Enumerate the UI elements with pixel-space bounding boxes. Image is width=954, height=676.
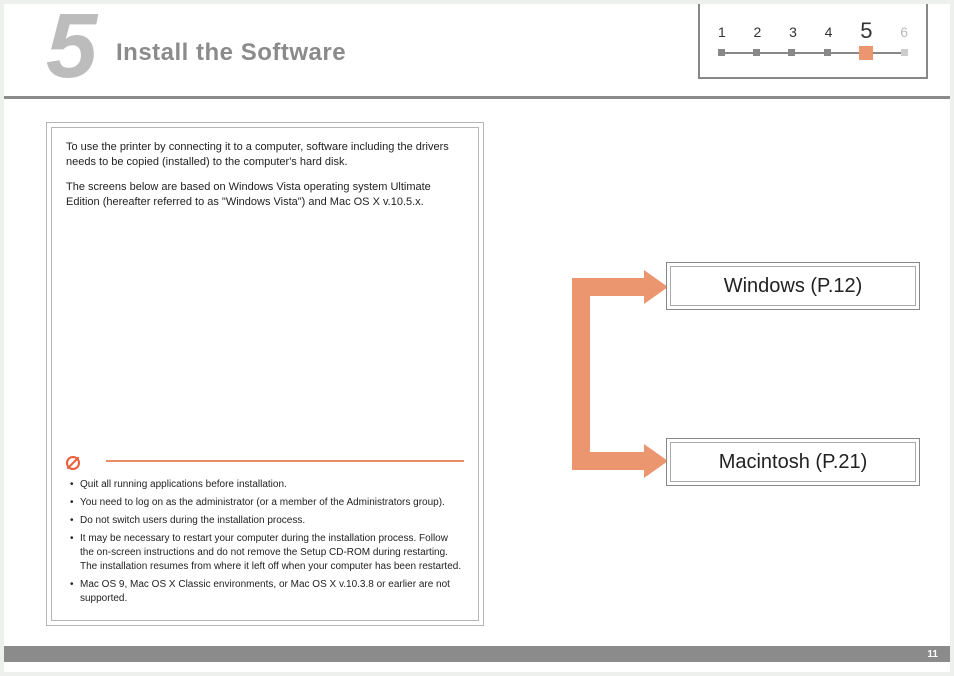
step-number-row: 1 2 3 4 5 6 — [700, 4, 926, 48]
document-page: 5 Install the Software 1 2 3 4 5 6 — [4, 4, 950, 672]
info-panel-inner: To use the printer by connecting it to a… — [51, 127, 479, 621]
macintosh-reference-label: Macintosh (P.21) — [719, 451, 868, 474]
warning-item: It may be necessary to restart your comp… — [66, 532, 464, 574]
step-marker — [753, 49, 760, 56]
warning-item: Quit all running applications before ins… — [66, 478, 464, 492]
step-navigator: 1 2 3 4 5 6 — [698, 4, 928, 79]
step-label-current: 5 — [860, 24, 872, 40]
intro-paragraph: To use the printer by connecting it to a… — [66, 140, 464, 170]
macintosh-reference-box: Macintosh (P.21) — [666, 438, 920, 486]
windows-reference-box: Windows (P.12) — [666, 262, 920, 310]
intro-paragraph: The screens below are based on Windows V… — [66, 180, 464, 210]
warning-section: Quit all running applications before ins… — [66, 456, 464, 610]
step-marker — [788, 49, 795, 56]
step-label: 3 — [789, 24, 797, 40]
warning-item: Do not switch users during the installat… — [66, 514, 464, 528]
step-label: 4 — [825, 24, 833, 40]
step-marker-future — [901, 49, 908, 56]
warning-list: Quit all running applications before ins… — [66, 478, 464, 606]
footer-bar — [4, 646, 950, 662]
branch-arrow-icon — [524, 252, 674, 512]
step-track — [718, 48, 908, 60]
step-label: 2 — [754, 24, 762, 40]
step-label-future: 6 — [900, 24, 908, 40]
windows-reference-label: Windows (P.12) — [724, 275, 863, 298]
step-marker — [718, 49, 725, 56]
warning-divider — [106, 460, 464, 462]
warning-item: Mac OS 9, Mac OS X Classic environments,… — [66, 578, 464, 606]
warning-header — [66, 456, 464, 470]
info-panel: To use the printer by connecting it to a… — [46, 122, 484, 626]
step-label: 1 — [718, 24, 726, 40]
page-number: 11 — [927, 649, 938, 660]
prohibit-icon — [66, 456, 80, 470]
step-marker — [824, 49, 831, 56]
chapter-number: 5 — [46, 0, 93, 99]
step-marker-row — [718, 48, 908, 60]
page-header: 5 Install the Software 1 2 3 4 5 6 — [4, 4, 950, 99]
flow-diagram: Windows (P.12) Macintosh (P.21) — [524, 252, 924, 512]
chapter-title: Install the Software — [116, 39, 346, 67]
step-marker-current — [859, 46, 873, 60]
warning-item: You need to log on as the administrator … — [66, 496, 464, 510]
